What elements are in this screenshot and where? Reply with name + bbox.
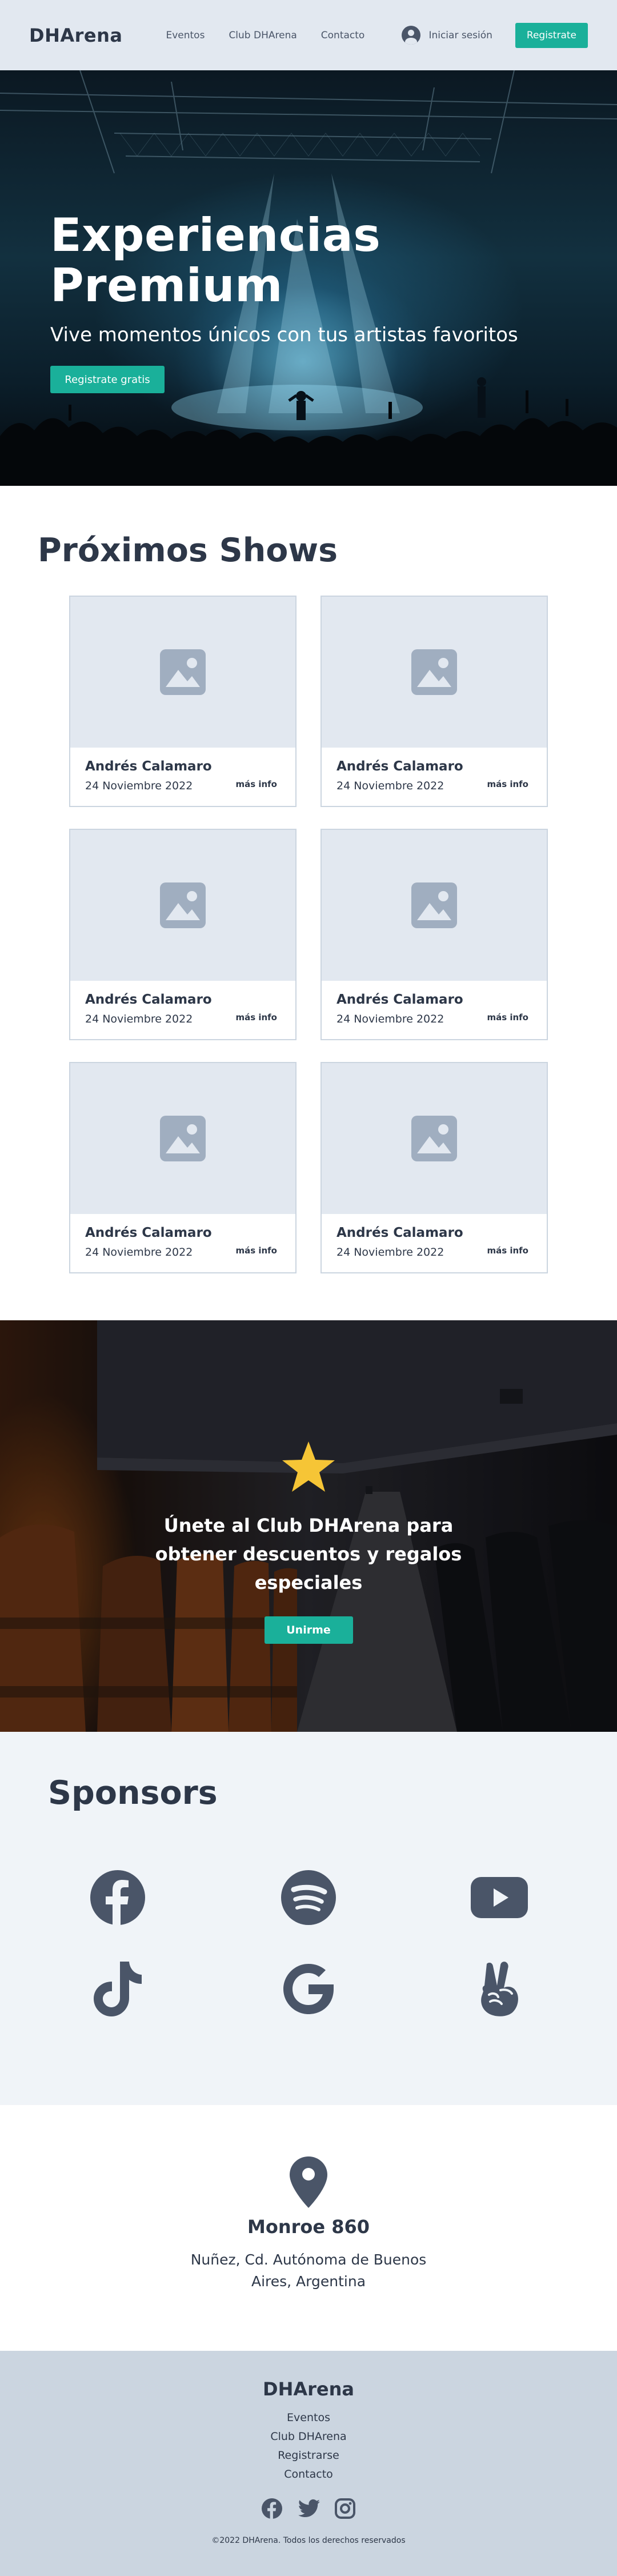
venue-address: Nuñez, Cd. Autónoma de Buenos Aires, Arg… — [190, 2251, 427, 2290]
login-link[interactable]: Iniciar sesión — [402, 26, 492, 45]
show-artist: Andrés Calamaro — [336, 759, 463, 774]
nav-link-eventos[interactable]: Eventos — [166, 30, 205, 41]
shows-grid: Andrés Calamaro 24 Noviembre 2022 más in… — [69, 596, 617, 1273]
more-info-link[interactable]: más info — [235, 1012, 277, 1023]
footer-link-registrarse[interactable]: Registrarse — [278, 2448, 339, 2463]
club-content: Únete al Club DHArena para obtener descu… — [0, 1440, 617, 1644]
show-card-body: Andrés Calamaro 24 Noviembre 2022 más in… — [322, 748, 547, 806]
spotify-icon — [281, 1870, 336, 1925]
show-card-body: Andrés Calamaro 24 Noviembre 2022 más in… — [70, 981, 295, 1039]
hero-title: Experiencias Premium — [50, 209, 381, 312]
twitter-icon[interactable] — [298, 2498, 320, 2519]
copyright-text: ©2022 DHArena. Todos los derechos reserv… — [211, 2536, 406, 2545]
hero-subtitle: Vive momentos únicos con tus artistas fa… — [50, 324, 518, 346]
social-links — [0, 2498, 617, 2519]
image-placeholder-icon — [411, 649, 457, 695]
tiktok-icon — [94, 1962, 142, 2016]
sponsor-tiktok[interactable] — [89, 1960, 146, 2018]
more-info-link[interactable]: más info — [487, 1245, 528, 1256]
instagram-icon[interactable] — [335, 2498, 355, 2519]
google-icon — [283, 1964, 334, 2014]
user-icon — [402, 26, 421, 45]
venue-address-title: Monroe 860 — [247, 2216, 370, 2238]
upcoming-shows-section: Próximos Shows Andrés Calamaro 24 Noviem… — [0, 486, 617, 1320]
hero-content: Experiencias Premium Vive momentos único… — [50, 210, 617, 393]
show-card-body: Andrés Calamaro 24 Noviembre 2022 más in… — [70, 748, 295, 806]
show-image-placeholder — [70, 597, 295, 748]
star-icon — [282, 1441, 335, 1492]
image-placeholder-icon — [411, 1116, 457, 1161]
show-card[interactable]: Andrés Calamaro 24 Noviembre 2022 más in… — [320, 596, 548, 807]
login-label: Iniciar sesión — [428, 29, 492, 41]
show-card[interactable]: Andrés Calamaro 24 Noviembre 2022 más in… — [320, 1062, 548, 1273]
shows-title: Próximos Shows — [38, 532, 338, 569]
register-free-button[interactable]: Registrate gratis — [50, 366, 165, 393]
image-placeholder-icon — [160, 882, 206, 928]
join-club-button[interactable]: Unirme — [264, 1616, 353, 1644]
header-actions: Iniciar sesión Registrate — [402, 22, 588, 48]
show-artist: Andrés Calamaro — [336, 1225, 463, 1240]
map-pin-icon — [290, 2156, 327, 2208]
show-card-body: Andrés Calamaro 24 Noviembre 2022 más in… — [322, 981, 547, 1039]
more-info-link[interactable]: más info — [235, 1245, 277, 1256]
show-image-placeholder — [70, 830, 295, 981]
more-info-link[interactable]: más info — [487, 1012, 528, 1023]
sponsor-google[interactable] — [280, 1960, 337, 2018]
footer-nav: Eventos Club DHArena Registrarse Contact… — [0, 2410, 617, 2482]
footer-link-contacto[interactable]: Contacto — [284, 2467, 333, 2482]
victory-hand-icon — [481, 1962, 518, 2016]
image-placeholder-icon — [411, 882, 457, 928]
more-info-link[interactable]: más info — [487, 779, 528, 789]
sponsor-spotify[interactable] — [280, 1869, 337, 1926]
sponsor-youtube[interactable] — [471, 1869, 528, 1926]
show-card[interactable]: Andrés Calamaro 24 Noviembre 2022 más in… — [69, 1062, 297, 1273]
show-card[interactable]: Andrés Calamaro 24 Noviembre 2022 más in… — [69, 829, 297, 1040]
club-description: Únete al Club DHArena para obtener descu… — [155, 1515, 462, 1593]
show-card[interactable]: Andrés Calamaro 24 Noviembre 2022 más in… — [69, 596, 297, 807]
show-artist: Andrés Calamaro — [85, 759, 212, 774]
main-nav: Eventos Club DHArena Contacto — [166, 30, 364, 41]
sponsors-section: Sponsors — [0, 1732, 617, 2105]
sponsor-facebook[interactable] — [89, 1869, 146, 1926]
show-card-body: Andrés Calamaro 24 Noviembre 2022 más in… — [70, 1214, 295, 1272]
nav-link-club[interactable]: Club DHArena — [229, 30, 297, 41]
image-placeholder-icon — [160, 1116, 206, 1161]
more-info-link[interactable]: más info — [235, 779, 277, 789]
hero-banner: Experiencias Premium Vive momentos único… — [0, 70, 617, 486]
facebook-icon — [90, 1870, 145, 1925]
show-artist: Andrés Calamaro — [85, 1225, 212, 1240]
show-image-placeholder — [322, 830, 547, 981]
show-artist: Andrés Calamaro — [336, 992, 463, 1007]
nav-link-contacto[interactable]: Contacto — [321, 30, 365, 41]
youtube-icon — [471, 1877, 528, 1918]
site-header: DHArena Eventos Club DHArena Contacto In… — [0, 0, 617, 70]
show-card-body: Andrés Calamaro 24 Noviembre 2022 más in… — [322, 1214, 547, 1272]
club-banner: Únete al Club DHArena para obtener descu… — [0, 1320, 617, 1732]
footer-logo[interactable]: DHArena — [0, 2378, 617, 2400]
site-footer: DHArena Eventos Club DHArena Registrarse… — [0, 2351, 617, 2576]
footer-link-club[interactable]: Club DHArena — [270, 2429, 346, 2445]
site-logo[interactable]: DHArena — [29, 25, 122, 46]
register-button[interactable]: Registrate — [515, 22, 588, 48]
sponsors-title: Sponsors — [48, 1774, 218, 1812]
location-section: Monroe 860 Nuñez, Cd. Autónoma de Buenos… — [0, 2105, 617, 2351]
show-card[interactable]: Andrés Calamaro 24 Noviembre 2022 más in… — [320, 829, 548, 1040]
show-image-placeholder — [322, 1063, 547, 1214]
show-artist: Andrés Calamaro — [85, 992, 212, 1007]
sponsor-victory[interactable] — [471, 1960, 528, 2018]
footer-link-eventos[interactable]: Eventos — [287, 2410, 330, 2426]
show-image-placeholder — [70, 1063, 295, 1214]
facebook-icon[interactable] — [262, 2498, 282, 2519]
image-placeholder-icon — [160, 649, 206, 695]
show-image-placeholder — [322, 597, 547, 748]
